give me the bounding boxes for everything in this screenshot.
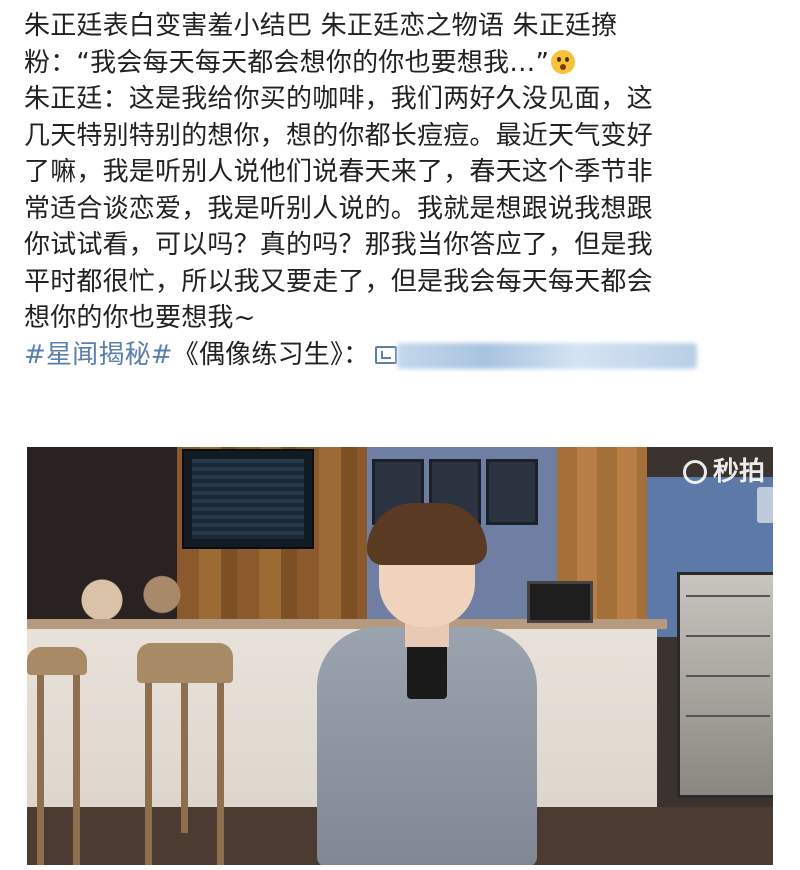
scene-stool — [27, 647, 87, 675]
scene-display-case — [677, 572, 773, 798]
scene-stool-leg — [181, 683, 188, 833]
blurred-video-link[interactable] — [397, 342, 698, 369]
scene-stool — [137, 643, 233, 683]
miaopai-logo-icon — [682, 460, 707, 484]
scene-stool-leg — [37, 675, 44, 865]
video-watermark: 秒拍 — [682, 451, 765, 488]
scroll-next-handle[interactable] — [757, 487, 773, 523]
post-body-line-3: 了嘛，我是听别人说他们说春天来了，春天这个季节非 — [24, 157, 653, 187]
post-body-line-6: 平时都很忙，所以我又要走了，但是我会每天每天都会 — [24, 266, 653, 297]
video-link-icon[interactable] — [375, 345, 398, 364]
scene-stool-leg — [73, 675, 80, 865]
post-body-line-7: 想你的你也要想我~ — [24, 303, 256, 333]
post-body-line-2: 几天特别特别的想你，想的你都长痘痘。最近天气变好 — [24, 120, 653, 151]
post-body-line-1: 朱正廷：这是我给你买的咖啡，我们两好久没见面，这 — [24, 84, 653, 114]
post-tagline: #星闻揭秘#《偶像练习生》： — [24, 337, 780, 374]
scene-stool-leg — [217, 683, 224, 865]
show-title: 《偶像练习生》： — [172, 339, 370, 370]
video-thumbnail[interactable]: 秒拍 — [27, 447, 773, 865]
weibo-post-text: 朱正廷表白变害羞小结巴 朱正廷恋之物语 朱正廷撩 粉：“我会每天每天都会想你的你… — [24, 8, 780, 373]
scene-tablet — [527, 581, 593, 623]
post-line-1: 朱正廷表白变害羞小结巴 朱正廷恋之物语 朱正廷撩 — [24, 11, 618, 41]
person-hair — [367, 503, 487, 565]
post-body-line-5: 你试试看，可以吗？真的吗？那我当你答应了，但是我 — [24, 230, 653, 260]
watermark-text: 秒拍 — [712, 457, 765, 487]
scene-frame — [486, 459, 538, 525]
scream-emoji-icon — [551, 49, 576, 74]
scene-menu-screen — [182, 449, 314, 549]
post-body-line-4: 常适合谈恋爱，我是听别人说的。我就是想跟说我想跟 — [24, 193, 653, 224]
scene-stool-leg — [145, 683, 152, 865]
topic-hashtag-link[interactable]: #星闻揭秘# — [24, 340, 173, 370]
scene-counter-items — [57, 567, 207, 622]
post-line-2-text: 粉：“我会每天每天都会想你的你也要想我…” — [24, 47, 550, 78]
post-line-2: 粉：“我会每天每天都会想你的你也要想我…” — [24, 45, 780, 82]
